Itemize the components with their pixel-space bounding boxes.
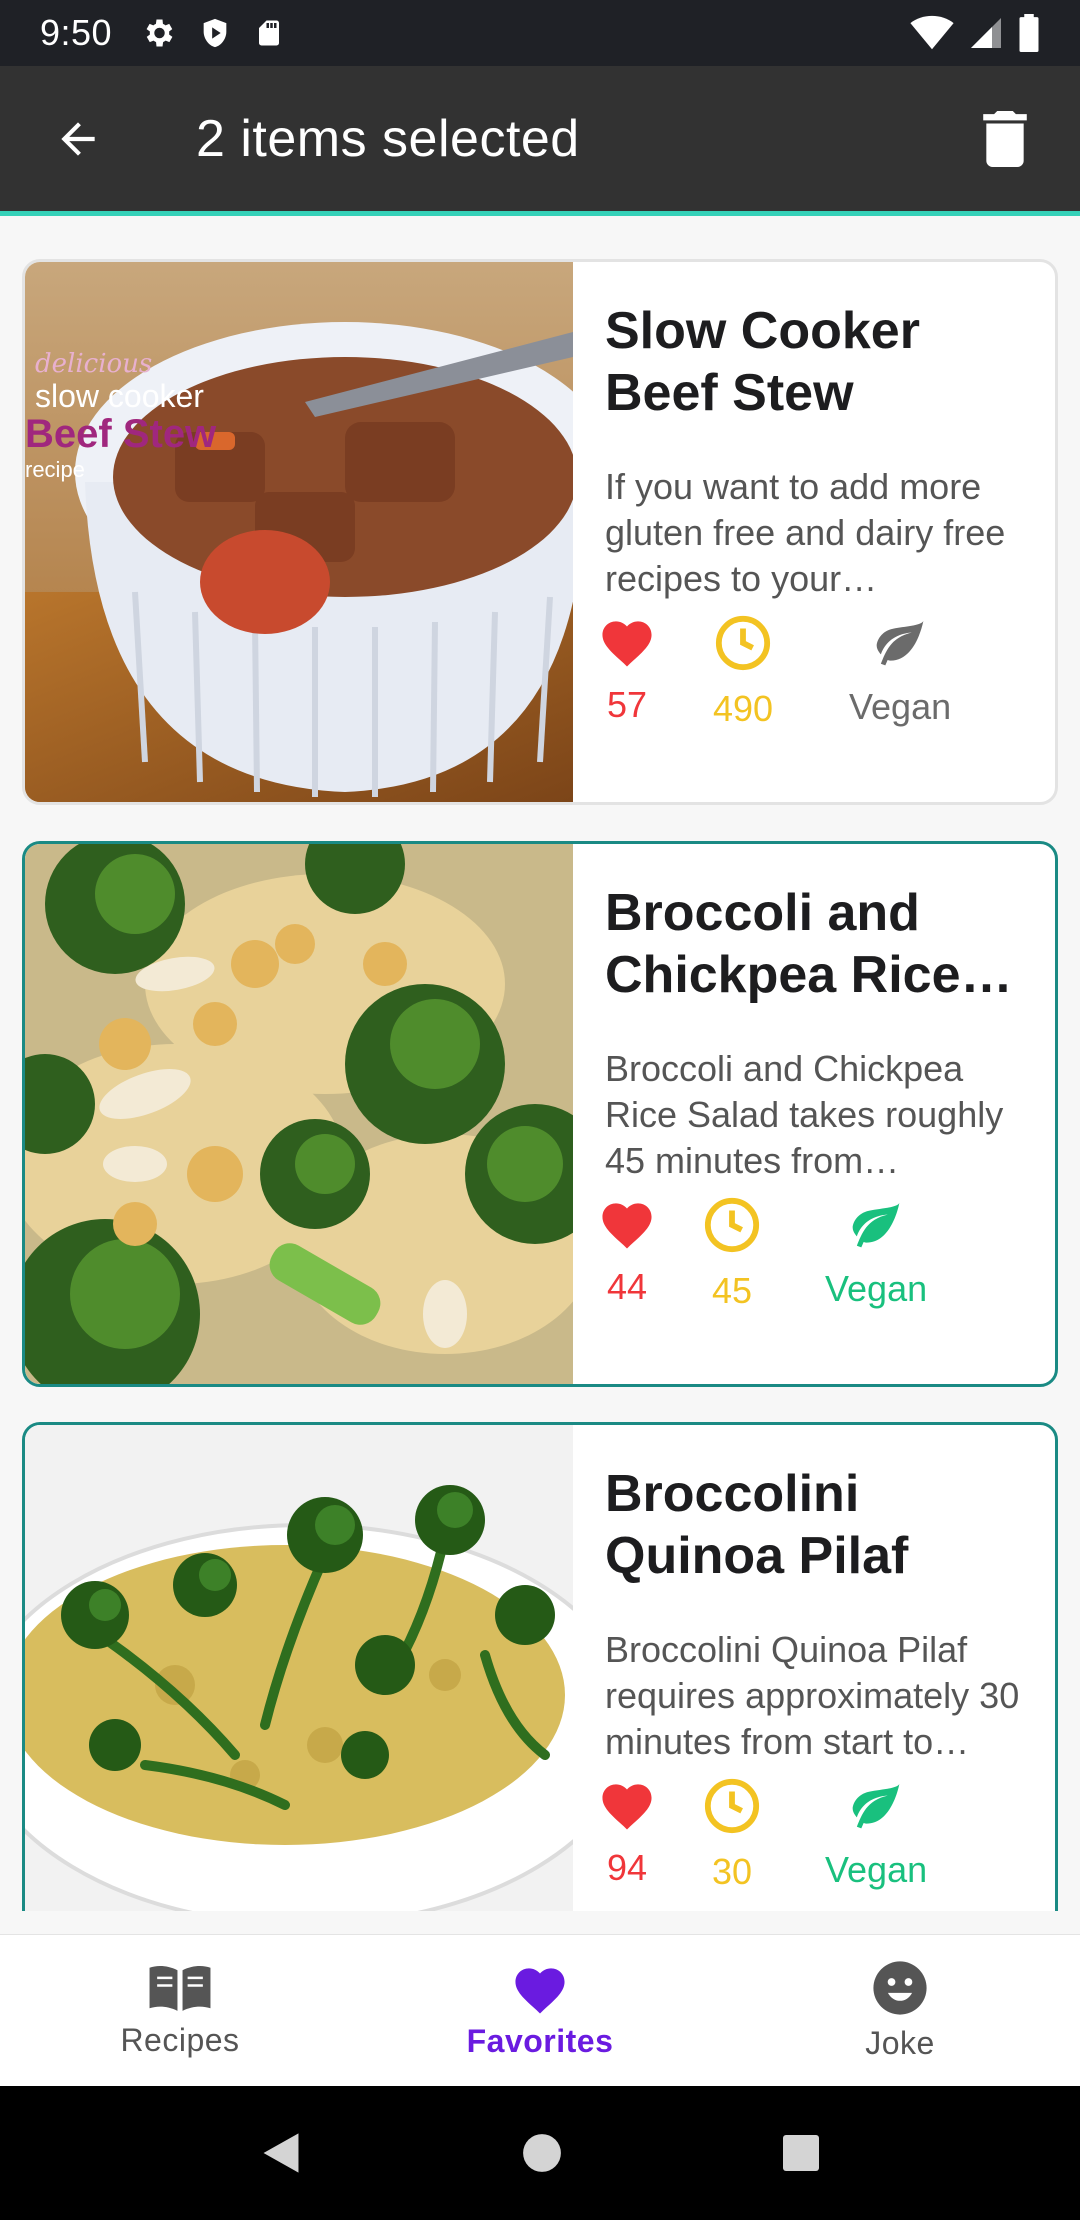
nav-item-favorites[interactable]: Favorites (360, 1935, 720, 2086)
svg-text:Beef Stew: Beef Stew (25, 412, 217, 456)
svg-text:slow cooker: slow cooker (35, 378, 204, 414)
minutes-count: 30 (711, 1851, 753, 1892)
book-icon (149, 1966, 211, 2011)
leaf-icon (852, 1203, 900, 1248)
signal-icon (971, 18, 1001, 48)
recipe-card[interactable]: delicious slow cooker Beef Stew recipe S… (22, 259, 1058, 805)
home-circle-icon[interactable] (521, 2132, 563, 2174)
page-title: 2 items selected (196, 109, 580, 168)
recipe-card[interactable]: Broccolini Quinoa Pilaf Broccolini Quino… (22, 1422, 1058, 1911)
vegan-label: Vegan (849, 686, 952, 727)
recipe-image (25, 1425, 573, 1911)
shield-play-icon (203, 18, 227, 48)
sd-card-icon (259, 20, 280, 46)
clock-icon (704, 1778, 760, 1834)
time-stat: 490 (713, 614, 773, 730)
nav-item-joke[interactable]: Joke (720, 1935, 1080, 2086)
vegan-label: Vegan (825, 1268, 928, 1309)
nav-label-recipes: Recipes (120, 2022, 240, 2058)
likes-stat: 57 (597, 614, 657, 726)
recipe-description: Broccolini Quinoa Pilaf requires approxi… (605, 1629, 1020, 1762)
recipe-title: Slow Cooker Beef Stew (605, 302, 920, 422)
nav-label-favorites: Favorites (466, 2023, 614, 2059)
svg-text:delicious: delicious (35, 349, 152, 379)
vegan-stat: Vegan (849, 614, 951, 728)
clock-icon (715, 615, 771, 671)
vegan-stat: Vegan (825, 1196, 927, 1310)
recipe-description: Broccoli and Chickpea Rice Salad takes r… (605, 1048, 1004, 1181)
system-navigation-bar (0, 2086, 1080, 2220)
recents-square-icon[interactable] (781, 2133, 821, 2173)
favorites-list[interactable]: delicious slow cooker Beef Stew recipe S… (0, 221, 1080, 1911)
recipe-image: delicious slow cooker Beef Stew recipe (25, 262, 573, 802)
minutes-count: 45 (711, 1270, 753, 1311)
heart-icon (602, 1784, 652, 1830)
vegan-stat: Vegan (825, 1777, 927, 1891)
delete-button[interactable] (970, 99, 1040, 179)
leaf-icon (852, 1784, 900, 1829)
vegan-label: Vegan (825, 1849, 928, 1890)
battery-icon (1019, 14, 1039, 52)
likes-count: 94 (606, 1847, 648, 1888)
heart-icon (602, 1203, 652, 1249)
time-stat: 30 (703, 1777, 761, 1893)
recipe-description: If you want to add more gluten free and … (605, 466, 1006, 599)
status-icons-right (910, 14, 1040, 52)
likes-count: 57 (606, 684, 648, 725)
contextual-app-bar: 2 items selected (0, 66, 1080, 216)
wifi-icon (910, 15, 954, 50)
card-content: Broccolini Quinoa Pilaf Broccolini Quino… (573, 1425, 1055, 1911)
leaf-icon (876, 621, 924, 666)
recipe-card[interactable]: Broccoli and Chickpea Rice Salad Broccol… (22, 841, 1058, 1387)
recipe-title: Broccoli and Chickpea Rice Salad (605, 884, 961, 1004)
status-icons-left (140, 15, 284, 51)
status-bar: 9:50 (0, 0, 1080, 66)
heart-icon (515, 1968, 565, 2014)
trash-icon (983, 110, 1027, 167)
likes-count: 44 (606, 1266, 648, 1307)
back-triangle-icon[interactable] (259, 2129, 303, 2177)
back-button[interactable] (38, 99, 118, 179)
smiley-icon (873, 1961, 927, 2015)
status-time: 9:50 (40, 12, 113, 53)
recipe-image (25, 844, 573, 1384)
nav-label-joke: Joke (865, 2025, 935, 2061)
card-content: Slow Cooker Beef Stew If you want to add… (573, 262, 1055, 802)
nav-item-recipes[interactable]: Recipes (0, 1935, 360, 2086)
recipe-stats: 44 45 Vegan (602, 1196, 1035, 1316)
settings-icon (146, 19, 173, 47)
recipe-title: Broccolini Quinoa Pilaf (605, 1465, 909, 1585)
recipe-stats: 57 490 Vegan (602, 614, 1035, 734)
bottom-navigation: Recipes Favorites Joke (0, 1934, 1080, 2086)
likes-stat: 94 (597, 1777, 657, 1889)
heart-icon (602, 621, 652, 667)
minutes-count: 490 (713, 688, 774, 729)
card-content: Broccoli and Chickpea Rice Salad Broccol… (573, 844, 1055, 1384)
time-stat: 45 (703, 1196, 761, 1312)
arrow-back-icon (61, 121, 95, 156)
svg-text:recipe: recipe (25, 457, 85, 482)
recipe-stats: 94 30 Vegan (602, 1777, 1035, 1897)
likes-stat: 44 (597, 1196, 657, 1308)
clock-icon (704, 1197, 760, 1253)
